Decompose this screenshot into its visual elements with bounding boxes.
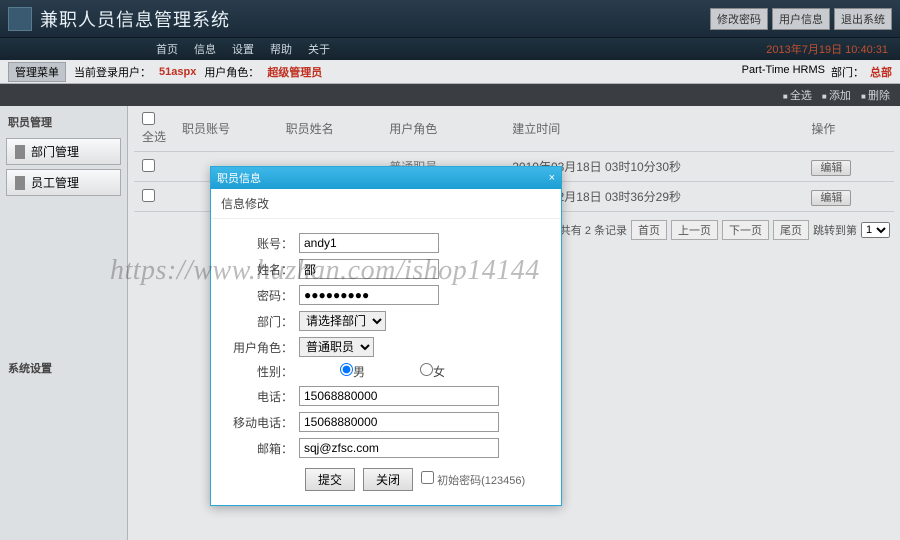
role-value: 超级管理员 xyxy=(267,64,322,80)
sidebar-group-staff[interactable]: 职员管理 xyxy=(6,110,121,134)
name-input[interactable] xyxy=(299,259,439,279)
current-user-value: 51aspx xyxy=(159,66,196,78)
system-name: Part-Time HRMS xyxy=(742,64,825,80)
pager-next[interactable]: 下一页 xyxy=(722,220,769,240)
dialog-body: 账号： 姓名： 密码： 部门： 请选择部门 用户角色： 普通职员 性别： 男 女… xyxy=(211,219,561,505)
title-bar: 兼职人员信息管理系统 修改密码 用户信息 退出系统 xyxy=(0,0,900,38)
col-name: 职员姓名 xyxy=(278,106,382,152)
password-input[interactable] xyxy=(299,285,439,305)
user-info-link[interactable]: 用户信息 xyxy=(772,8,830,30)
gender-label: 性别： xyxy=(227,363,299,380)
email-label: 邮箱： xyxy=(227,440,299,457)
reset-password-option[interactable]: 初始密码(123456) xyxy=(421,471,525,488)
row-checkbox[interactable] xyxy=(142,159,155,172)
sidebar: 职员管理 部门管理 员工管理 系统设置 xyxy=(0,106,128,540)
staff-edit-dialog: 职员信息 × 信息修改 账号： 姓名： 密码： 部门： 请选择部门 用户角色： … xyxy=(210,166,562,506)
close-button[interactable]: 关闭 xyxy=(363,468,413,491)
sidebar-item-dept-mgmt[interactable]: 部门管理 xyxy=(6,138,121,165)
admin-menu-tab[interactable]: 管理菜单 xyxy=(8,62,66,82)
mobile-input[interactable] xyxy=(299,412,499,432)
col-account: 职员账号 xyxy=(174,106,278,152)
password-label: 密码： xyxy=(227,287,299,304)
dept-value: 总部 xyxy=(870,64,892,80)
select-all-checkbox[interactable] xyxy=(142,112,155,125)
pager-jump-select[interactable]: 1 xyxy=(861,222,890,238)
menu-home[interactable]: 首页 xyxy=(150,41,184,57)
logout-link[interactable]: 退出系统 xyxy=(834,8,892,30)
menu-help[interactable]: 帮助 xyxy=(264,41,298,57)
current-user-label: 当前登录用户： xyxy=(74,64,151,80)
pager-jump-label: 跳转到第 xyxy=(813,222,857,238)
row-checkbox[interactable] xyxy=(142,189,155,202)
pager-prev[interactable]: 上一页 xyxy=(671,220,718,240)
toolbar-select-all[interactable]: 全选 xyxy=(783,87,812,103)
gender-male[interactable]: 男 xyxy=(299,363,371,380)
close-icon[interactable]: × xyxy=(549,172,555,184)
edit-button[interactable]: 编辑 xyxy=(811,190,851,206)
phone-label: 电话： xyxy=(227,388,299,405)
dept-label: 部门： xyxy=(831,64,864,80)
menu-info[interactable]: 信息 xyxy=(188,41,222,57)
table-header-row: 全选 职员账号 职员姓名 用户角色 建立时间 操作 xyxy=(134,106,894,152)
sidebar-item-label: 部门管理 xyxy=(31,143,79,160)
app-title: 兼职人员信息管理系统 xyxy=(40,6,710,32)
male-radio[interactable] xyxy=(340,363,353,376)
edit-button[interactable]: 编辑 xyxy=(811,160,851,176)
col-role: 用户角色 xyxy=(381,106,504,152)
dept-icon xyxy=(15,145,25,159)
account-label: 账号： xyxy=(227,235,299,252)
dept-label: 部门： xyxy=(227,313,299,330)
pager-first[interactable]: 首页 xyxy=(631,220,667,240)
dialog-footer: 提交 关闭 初始密码(123456) xyxy=(227,468,545,491)
clock-text: 2013年7月19日 10:40:31 xyxy=(760,41,900,57)
reset-password-checkbox[interactable] xyxy=(421,471,434,484)
col-created: 建立时间 xyxy=(504,106,803,152)
submit-button[interactable]: 提交 xyxy=(305,468,355,491)
dialog-subtitle: 信息修改 xyxy=(211,189,561,219)
email-input[interactable] xyxy=(299,438,499,458)
role-label: 用户角色： xyxy=(204,64,259,80)
toolbar-delete[interactable]: 删除 xyxy=(861,87,890,103)
role-label: 用户角色： xyxy=(227,339,299,356)
sidebar-item-emp-mgmt[interactable]: 员工管理 xyxy=(6,169,121,196)
sidebar-group-system[interactable]: 系统设置 xyxy=(6,356,121,380)
menu-settings[interactable]: 设置 xyxy=(226,41,260,57)
change-password-link[interactable]: 修改密码 xyxy=(710,8,768,30)
emp-icon xyxy=(15,176,25,190)
phone-input[interactable] xyxy=(299,386,499,406)
menu-bar: 首页 信息 设置 帮助 关于 2013年7月19日 10:40:31 xyxy=(0,38,900,60)
dept-select[interactable]: 请选择部门 xyxy=(299,311,386,331)
menu-about[interactable]: 关于 xyxy=(302,41,336,57)
action-toolbar: 全选 添加 删除 xyxy=(0,84,900,106)
role-select[interactable]: 普通职员 xyxy=(299,337,374,357)
dialog-header[interactable]: 职员信息 × xyxy=(211,167,561,189)
header-links: 修改密码 用户信息 退出系统 xyxy=(710,8,892,30)
status-bar: 管理菜单 当前登录用户： 51aspx 用户角色： 超级管理员 Part-Tim… xyxy=(0,60,900,84)
gender-female[interactable]: 女 xyxy=(379,363,451,380)
mobile-label: 移动电话： xyxy=(227,414,299,431)
app-logo-icon xyxy=(8,7,32,31)
name-label: 姓名： xyxy=(227,261,299,278)
pager-last[interactable]: 尾页 xyxy=(773,220,809,240)
sidebar-item-label: 员工管理 xyxy=(31,174,79,191)
col-op: 操作 xyxy=(803,106,894,152)
dialog-title: 职员信息 xyxy=(217,170,261,186)
account-input[interactable] xyxy=(299,233,439,253)
toolbar-add[interactable]: 添加 xyxy=(822,87,851,103)
female-radio[interactable] xyxy=(420,363,433,376)
